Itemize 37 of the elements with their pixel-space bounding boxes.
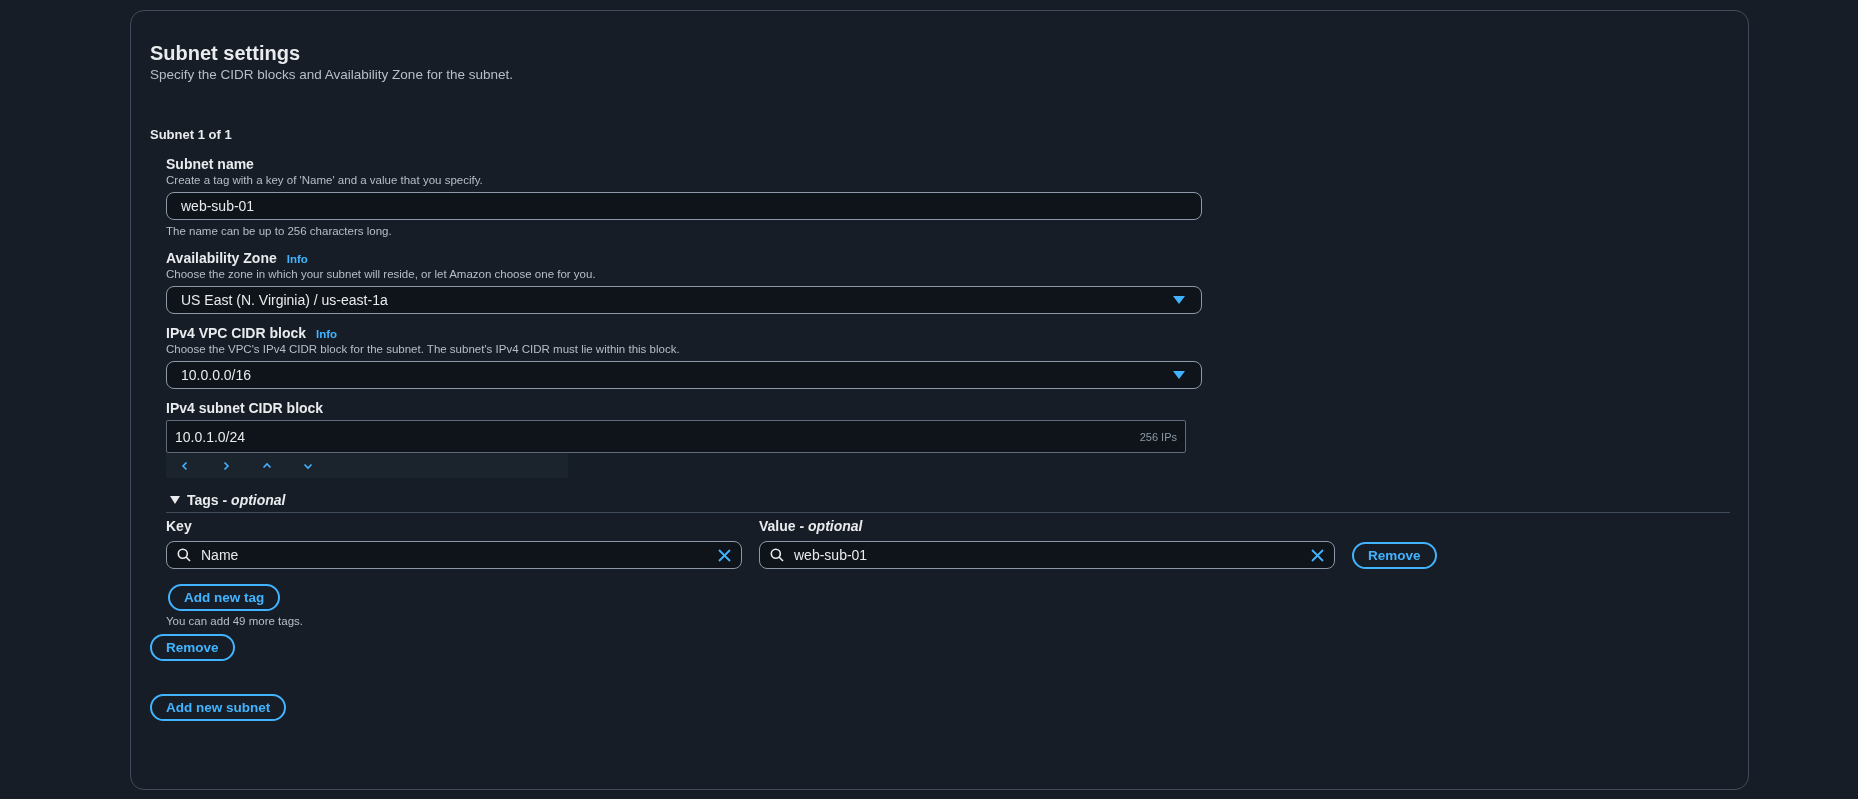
cidr-input[interactable]: 10.0.1.0/24 256 IPs — [166, 420, 1186, 453]
field-description: Choose the zone in which your subnet will reside, or let Amazon choose one for you. — [166, 267, 596, 282]
chevron-right-icon[interactable] — [221, 460, 231, 471]
add-subnet-button[interactable]: Add new subnet — [150, 694, 287, 721]
chevron-up-icon[interactable] — [262, 460, 272, 471]
search-icon — [770, 548, 784, 562]
search-icon — [177, 548, 191, 562]
tags-toggle[interactable]: Tags - optional — [166, 492, 1730, 513]
add-tag-button[interactable]: Add new tag — [168, 584, 281, 611]
subnet-heading: Subnet 1 of 1 — [150, 127, 232, 142]
select-dropdown[interactable]: US East (N. Virginia) / us-east-1a — [166, 286, 1202, 314]
tags-hint: You can add 49 more tags. — [166, 614, 305, 629]
value-column-label: Value - optional — [759, 518, 863, 535]
field-constraint: The name can be up to 256 characters long. — [166, 224, 392, 239]
field-label: IPv4 subnet CIDR block — [166, 400, 324, 417]
info-link[interactable]: Info — [286, 253, 308, 265]
section-title: Subnet settings — [150, 41, 300, 65]
text-input[interactable]: web-sub-01 — [166, 192, 1202, 220]
info-link[interactable]: Info — [316, 328, 338, 340]
field-label: Subnet name — [166, 156, 254, 173]
caret-icon — [1173, 296, 1185, 304]
remove-tag-button[interactable]: Remove — [1352, 541, 1437, 569]
select-dropdown[interactable]: 10.0.0.0/16 — [166, 361, 1202, 389]
chevron-left-icon[interactable] — [180, 460, 190, 471]
key-input[interactable]: Name — [166, 541, 742, 569]
triangle-icon — [170, 496, 180, 504]
value-input[interactable]: web-sub-01 — [759, 541, 1335, 569]
field-description: Create a tag with a key of 'Name' and a value that you specify. — [166, 173, 483, 188]
remove-subnet-button[interactable]: Remove — [150, 634, 235, 661]
field-label: Availability Zone — [166, 250, 277, 267]
section-description: Specify the CIDR blocks and Availability Zone for the subnet. — [150, 67, 513, 82]
clear-icon[interactable] — [718, 548, 731, 562]
key-column-label: Key — [166, 518, 192, 535]
field-description: Choose the VPC's IPv4 CIDR block for the subnet. The subnet's IPv4 CIDR must lie within this block. — [166, 342, 680, 357]
clear-icon[interactable] — [1311, 548, 1324, 562]
caret-icon — [1173, 371, 1185, 379]
field-label: IPv4 VPC CIDR block — [166, 325, 307, 342]
